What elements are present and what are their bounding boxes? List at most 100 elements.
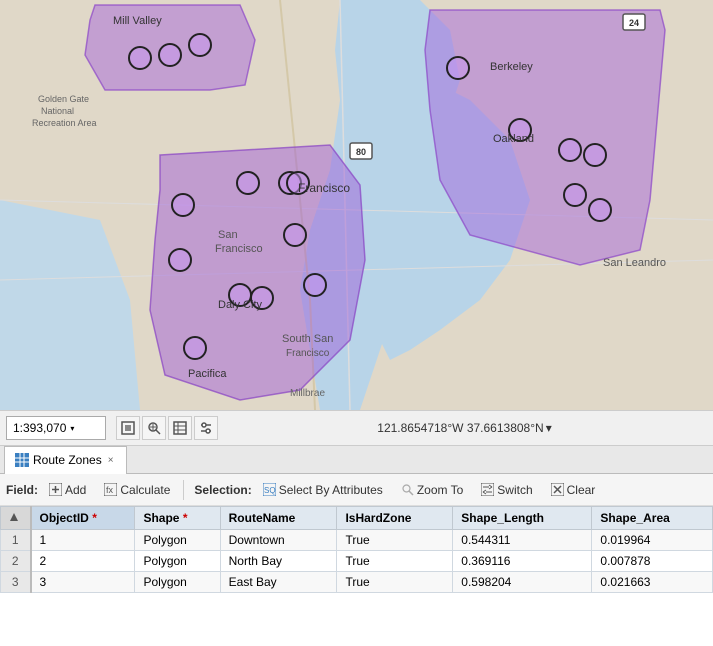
zoom-button[interactable] [142,416,166,440]
cell-objectid: 2 [31,551,135,572]
table-row[interactable]: 1 1 Polygon Downtown True 0.544311 0.019… [1,530,713,551]
svg-text:80: 80 [356,147,366,157]
cell-routename: East Bay [220,572,337,593]
route-zones-tab[interactable]: Route Zones × [4,446,127,474]
svg-text:Millbrae: Millbrae [290,388,325,399]
tab-close-button[interactable]: × [106,455,116,466]
cell-objectid: 1 [31,530,135,551]
zoom-to-label: Zoom To [417,483,463,497]
select-attrs-icon: SQL [263,483,276,496]
col-header-objectid[interactable]: ObjectID * [31,507,135,530]
calculate-icon: fx [104,483,117,496]
table-button[interactable] [168,416,192,440]
col-routename-label: RouteName [229,511,296,525]
svg-text:Daly City: Daly City [218,299,263,311]
data-table: ObjectID * Shape * RouteName IsHardZone [0,506,713,593]
svg-text:24: 24 [629,18,639,28]
switch-button[interactable]: Switch [474,477,539,503]
cell-shape-length: 0.544311 [453,530,592,551]
svg-text:Mill Valley: Mill Valley [113,15,162,27]
cell-routename: North Bay [220,551,337,572]
col-header-ishardzone[interactable]: IsHardZone [337,507,453,530]
clear-label: Clear [567,483,596,497]
table-panel: Route Zones × Field: Add fx Calculate Se… [0,446,713,593]
row-num-header [1,507,31,530]
col-header-shape[interactable]: Shape * [135,507,220,530]
row-num-cell: 3 [1,572,31,593]
add-label: Add [65,483,86,497]
cell-ishardzone: True [337,530,453,551]
coord-display: 121.8654718°W 37.6613808°N ▾ [222,421,707,435]
clear-button[interactable]: Clear [544,477,603,503]
map-container[interactable]: 80 24 Mill Valley Berkeley Oakland Franc… [0,0,713,410]
toolbar-icons [116,416,218,440]
row-num-cell: 1 [1,530,31,551]
col-header-routename[interactable]: RouteName [220,507,337,530]
svg-text:National: National [41,106,74,116]
svg-text:South San: South San [282,333,333,345]
switch-label: Switch [497,483,532,497]
svg-text:Recreation Area: Recreation Area [32,118,97,128]
svg-text:Francisco: Francisco [286,348,330,359]
calculate-label: Calculate [120,483,170,497]
field-label: Field: [6,483,38,497]
col-shape-length-label: Shape_Length [461,511,544,525]
cell-shape: Polygon [135,551,220,572]
scale-selector[interactable]: 1:393,070 ▾ [6,416,106,440]
coordinate-value: 121.8654718°W 37.6613808°N [377,421,543,435]
coordinates-dropdown[interactable]: 121.8654718°W 37.6613808°N ▾ [377,421,551,435]
select-by-attributes-button[interactable]: SQL Select By Attributes [256,477,390,503]
col-objectid-label: ObjectID [40,511,89,525]
svg-text:San: San [218,229,238,241]
svg-text:Francisco: Francisco [215,243,263,255]
svg-text:Berkeley: Berkeley [490,61,533,73]
svg-text:fx: fx [106,485,114,495]
cell-shape-area: 0.021663 [592,572,713,593]
col-header-shape-area[interactable]: Shape_Area [592,507,713,530]
clear-icon [551,483,564,496]
separator-1 [183,480,184,500]
action-bar: Field: Add fx Calculate Selection: SQL S… [0,474,713,506]
cell-shape: Polygon [135,530,220,551]
add-button[interactable]: Add [42,477,93,503]
table-row[interactable]: 3 3 Polygon East Bay True 0.598204 0.021… [1,572,713,593]
coord-dropdown-arrow: ▾ [546,421,552,435]
svg-text:Golden Gate: Golden Gate [38,94,89,104]
col-shape-label: Shape [143,511,179,525]
svg-text:SQL: SQL [264,486,276,495]
table-scroll-container[interactable]: ObjectID * Shape * RouteName IsHardZone [0,506,713,593]
selection-label: Selection: [194,483,251,497]
col-shape-area-label: Shape_Area [600,511,669,525]
cell-objectid: 3 [31,572,135,593]
extent-button[interactable] [116,416,140,440]
svg-text:San Leandro: San Leandro [603,257,666,269]
cell-shape-length: 0.598204 [453,572,592,593]
zoom-to-button[interactable]: Zoom To [394,477,470,503]
toolbar-bar: 1:393,070 ▾ 121.8654718°W 37.6613808°N ▾ [0,410,713,446]
zoom-to-icon [401,483,414,496]
scale-value: 1:393,070 [13,421,66,435]
col-ishardzone-label: IsHardZone [345,511,411,525]
cell-shape-area: 0.007878 [592,551,713,572]
calculate-button[interactable]: fx Calculate [97,477,177,503]
table-grid-icon [15,453,29,467]
switch-icon [481,483,494,496]
cell-ishardzone: True [337,572,453,593]
cell-routename: Downtown [220,530,337,551]
table-row[interactable]: 2 2 Polygon North Bay True 0.369116 0.00… [1,551,713,572]
cell-ishardzone: True [337,551,453,572]
svg-text:Pacifica: Pacifica [188,368,227,380]
scale-dropdown-arrow: ▾ [70,424,99,433]
options-button[interactable] [194,416,218,440]
svg-text:Francisco: Francisco [298,181,350,195]
table-body: 1 1 Polygon Downtown True 0.544311 0.019… [1,530,713,593]
cell-shape-length: 0.369116 [453,551,592,572]
tab-label: Route Zones [33,453,102,467]
add-icon [49,483,62,496]
row-num-cell: 2 [1,551,31,572]
svg-text:Oakland: Oakland [493,133,534,145]
cell-shape: Polygon [135,572,220,593]
select-by-attributes-label: Select By Attributes [279,483,383,497]
col-header-shape-length[interactable]: Shape_Length [453,507,592,530]
tab-bar: Route Zones × [0,446,713,474]
